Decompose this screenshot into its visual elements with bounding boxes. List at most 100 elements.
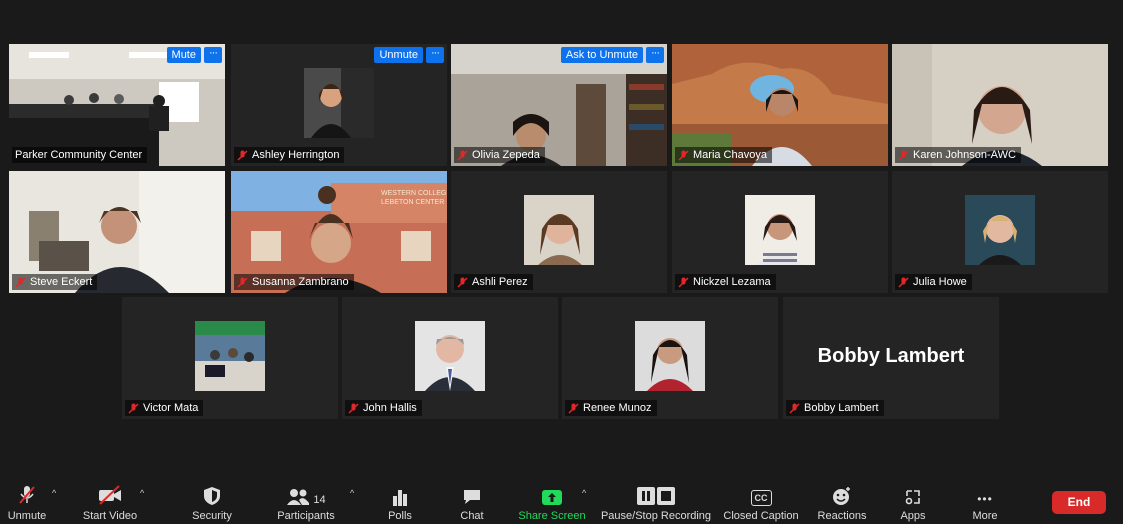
video-tile-julia-howe[interactable]: Julia Howe: [892, 171, 1108, 293]
chat-button[interactable]: Chat: [456, 482, 488, 522]
tile-controls: Unmute ···: [374, 47, 444, 63]
muted-mic-icon: [898, 276, 909, 288]
participant-avatar: [745, 195, 815, 265]
video-off-icon: [78, 482, 142, 506]
participant-name: Maria Chavoya: [693, 149, 767, 161]
polls-icon: [382, 482, 418, 506]
participant-name: Parker Community Center: [15, 149, 143, 161]
video-tile-bobby-lambert[interactable]: Bobby Lambert Bobby Lambert: [783, 297, 999, 419]
participants-button[interactable]: 14 Participants: [274, 482, 338, 522]
participant-name-tag: Victor Mata: [125, 400, 204, 416]
participant-name: Julia Howe: [913, 276, 967, 288]
participant-name-tag: Karen Johnson-AWC: [895, 147, 1021, 163]
pause-stop-icon: [598, 482, 714, 506]
participants-label: Participants: [277, 510, 335, 522]
participant-name-tag: Julia Howe: [895, 274, 972, 290]
tile-controls: Ask to Unmute ···: [560, 47, 664, 63]
gallery-view: Mute ··· Parker Community Center Unmute …: [0, 40, 1123, 478]
share-options-chevron-icon[interactable]: ^: [582, 488, 586, 498]
share-screen-icon: [518, 482, 586, 506]
video-tile-john-hallis[interactable]: John Hallis: [342, 297, 558, 419]
start-video-button[interactable]: Start Video: [78, 482, 142, 522]
muted-mic-icon: [348, 402, 359, 414]
pause-stop-recording-button[interactable]: Pause/Stop Recording: [598, 482, 714, 522]
closed-caption-icon: CC: [720, 482, 802, 506]
participant-avatar: [524, 195, 594, 265]
start-video-label: Start Video: [82, 510, 138, 522]
unmute-label: Unmute: [7, 510, 47, 522]
muted-mic-icon: [568, 402, 579, 414]
share-screen-button[interactable]: Share Screen: [518, 482, 586, 522]
polls-button[interactable]: Polls: [382, 482, 418, 522]
participant-name-tag: Maria Chavoya: [675, 147, 772, 163]
participant-name: Susanna Zambrano: [252, 276, 349, 288]
participant-name: Nickzel Lezama: [693, 276, 771, 288]
video-tile-maria-chavoya[interactable]: Maria Chavoya: [672, 44, 888, 166]
top-bar: [0, 0, 1123, 40]
participant-name: Renee Munoz: [583, 402, 652, 414]
polls-label: Polls: [388, 510, 412, 522]
tile-more-button[interactable]: ···: [646, 47, 664, 63]
participant-display-name: Bobby Lambert: [817, 345, 965, 367]
video-tile-susanna-zambrano[interactable]: WESTERN COLLEGE LEBETON CENTER Susanna Z…: [231, 171, 447, 293]
participant-name: Olivia Zepeda: [472, 149, 540, 161]
video-tile-steve-eckert[interactable]: Steve Eckert: [9, 171, 225, 293]
participant-name-tag: Nickzel Lezama: [675, 274, 776, 290]
unmute-button[interactable]: Unmute: [4, 482, 50, 522]
participant-name: Ashli Perez: [472, 276, 528, 288]
more-label: More: [972, 510, 998, 522]
video-tile-nickzel-lezama[interactable]: Nickzel Lezama: [672, 171, 888, 293]
participant-name: Steve Eckert: [30, 276, 93, 288]
end-meeting-button[interactable]: End: [1052, 491, 1106, 514]
video-options-chevron-icon[interactable]: ^: [140, 488, 144, 498]
security-label: Security: [192, 510, 232, 522]
closed-caption-button[interactable]: CC Closed Caption: [720, 482, 802, 522]
more-dots: •••: [977, 492, 993, 506]
pause-stop-recording-label: Pause/Stop Recording: [600, 510, 712, 522]
apps-icon: [896, 482, 930, 506]
video-tile-parker-community-center[interactable]: Mute ··· Parker Community Center: [9, 44, 225, 166]
share-screen-label: Share Screen: [518, 510, 586, 522]
tile-more-button[interactable]: ···: [204, 47, 222, 63]
muted-mic-icon: [457, 276, 468, 288]
reactions-button[interactable]: Reactions: [814, 482, 870, 522]
meeting-toolbar: Unmute ^ Start Video ^ Security 14 Parti…: [0, 478, 1123, 524]
mute-button[interactable]: Mute: [166, 47, 201, 63]
muted-mic-icon: [457, 149, 468, 161]
video-tile-victor-mata[interactable]: Victor Mata: [122, 297, 338, 419]
participant-avatar: [635, 321, 705, 391]
video-tile-ashley-herrington[interactable]: Unmute ··· Ashley Herrington: [231, 44, 447, 166]
unmute-button[interactable]: Unmute: [374, 47, 423, 63]
participants-icon: 14: [274, 482, 338, 506]
muted-mic-icon: [237, 276, 248, 288]
apps-button[interactable]: Apps: [896, 482, 930, 522]
security-button[interactable]: Security: [188, 482, 236, 522]
video-tile-renee-munoz[interactable]: Renee Munoz: [562, 297, 778, 419]
more-dots-icon: •••: [966, 482, 1004, 506]
participants-options-chevron-icon[interactable]: ^: [350, 488, 354, 498]
reactions-label: Reactions: [817, 510, 867, 522]
participant-name: Victor Mata: [143, 402, 199, 414]
shield-icon: [188, 482, 236, 506]
participant-name: Karen Johnson-AWC: [913, 149, 1016, 161]
video-tile-karen-johnson-awc[interactable]: Karen Johnson-AWC: [892, 44, 1108, 166]
audio-options-chevron-icon[interactable]: ^: [52, 488, 56, 498]
participant-name-tag: Ashley Herrington: [234, 147, 345, 163]
participant-name: Bobby Lambert: [804, 402, 879, 414]
building-sign-line-2: LEBETON CENTER: [381, 199, 444, 206]
video-tile-olivia-zepeda[interactable]: Ask to Unmute ··· Olivia Zepeda: [451, 44, 667, 166]
participant-name-tag: John Hallis: [345, 400, 422, 416]
muted-mic-icon: [898, 149, 909, 161]
participant-name-tag: Bobby Lambert: [786, 400, 884, 416]
participant-name-tag: Susanna Zambrano: [234, 274, 354, 290]
muted-mic-icon: [789, 402, 800, 414]
video-tile-ashli-perez[interactable]: Ashli Perez: [451, 171, 667, 293]
tile-more-button[interactable]: ···: [426, 47, 444, 63]
ask-to-unmute-button[interactable]: Ask to Unmute: [560, 47, 643, 63]
reactions-icon: [814, 482, 870, 506]
participants-count: 14: [313, 494, 326, 506]
participant-name-tag: Ashli Perez: [454, 274, 533, 290]
apps-label: Apps: [900, 510, 926, 522]
more-button[interactable]: ••• More: [966, 482, 1004, 522]
participant-avatar: [195, 321, 265, 391]
